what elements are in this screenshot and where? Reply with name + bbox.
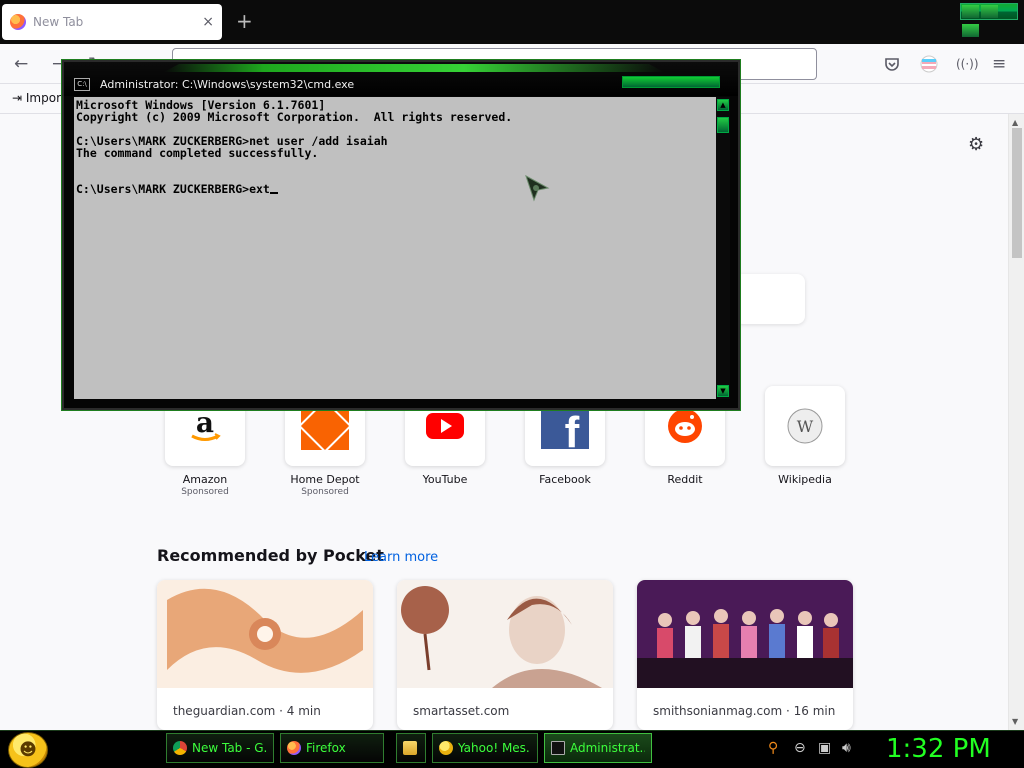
start-button-smiley-icon[interactable]: ☻	[8, 732, 48, 768]
pocket-card-source: theguardian.com · 4 min	[173, 704, 321, 718]
close-window-button[interactable]	[962, 24, 979, 37]
chrome-icon	[173, 741, 187, 755]
import-bookmarks-button[interactable]: ⇥ Impor	[12, 91, 61, 105]
sponsored-label: Sponsored	[181, 487, 229, 497]
pocket-card[interactable]: theguardian.com · 4 min	[157, 580, 373, 730]
sponsored-label: Sponsored	[301, 487, 349, 497]
menu-icon[interactable]: ≡	[992, 54, 1006, 74]
folder-icon	[403, 741, 417, 755]
cmd-scroll-down-icon[interactable]: ▼	[717, 385, 729, 397]
cmd-scrollbar[interactable]: ▲ ▼	[716, 97, 730, 399]
taskbar-button-firefox[interactable]: Firefox	[280, 733, 384, 763]
shortcut-label: Reddit	[667, 473, 703, 486]
window-controls[interactable]	[960, 3, 1018, 37]
cmd-console[interactable]: Microsoft Windows [Version 6.1.7601] Copy…	[74, 97, 716, 399]
amazon-icon: a	[191, 406, 221, 441]
shortcut-wikipedia[interactable]: W	[765, 386, 845, 466]
taskbar-button-label: Firefox	[306, 741, 346, 755]
scrollbar-thumb[interactable]	[1012, 128, 1022, 258]
search-tray-icon[interactable]: ⚲	[768, 740, 778, 756]
taskbar-button-yahoo-messenger[interactable]: Yahoo! Mes...	[432, 733, 538, 763]
cmd-titlebar[interactable]: C:\ Administrator: C:\Windows\system32\c…	[64, 62, 738, 96]
taskbar-button-label: Yahoo! Mes...	[458, 741, 531, 755]
cmd-window-controls[interactable]	[622, 76, 720, 88]
cmd-scroll-thumb[interactable]	[717, 117, 729, 133]
pocket-card-image	[637, 580, 853, 688]
shortcut-label: Home Depot	[290, 473, 360, 486]
firefox-logo-icon	[10, 14, 26, 30]
cmd-scroll-up-icon[interactable]: ▲	[717, 99, 729, 111]
pocket-card-image	[157, 580, 373, 688]
svg-text:f: f	[565, 408, 580, 450]
page-scrollbar[interactable]: ▲ ▼	[1008, 114, 1024, 730]
reddit-icon	[668, 409, 702, 443]
wikipedia-icon: W	[787, 408, 823, 444]
tab-close-button[interactable]: ×	[202, 14, 214, 30]
pocket-learn-more-link[interactable]: Learn more	[364, 550, 438, 565]
back-icon[interactable]: ←	[14, 54, 28, 74]
console-prompt-text: C:\Users\MARK ZUCKERBERG>ext	[76, 182, 270, 196]
console-line: The command completed successfully.	[76, 146, 319, 160]
account-icon[interactable]	[920, 55, 938, 73]
status-tray-icon[interactable]: ⊖	[794, 740, 806, 756]
console-line: Copyright (c) 2009 Microsoft Corporation…	[76, 110, 513, 124]
extensions-icon[interactable]: ((·))	[956, 57, 979, 71]
pocket-card[interactable]: smithsonianmag.com · 16 min	[637, 580, 853, 730]
taskbar-button-cmd[interactable]: Administrat...	[544, 733, 652, 763]
pocket-icon[interactable]	[884, 56, 900, 72]
shortcut-label: YouTube	[422, 473, 468, 486]
console-line-prompt: C:\Users\MARK ZUCKERBERG>ext	[76, 183, 714, 195]
titlebar-glow	[164, 64, 664, 72]
scroll-down-icon[interactable]: ▼	[1012, 717, 1018, 726]
tab-title: New Tab	[33, 15, 84, 29]
svg-text:a: a	[196, 406, 214, 439]
taskbar-button-label: Administrat...	[570, 741, 645, 755]
settings-gear-icon[interactable]: ⚙	[968, 134, 984, 155]
taskbar-button-label: New Tab - G...	[192, 741, 267, 755]
network-tray-icon[interactable]: ▣	[818, 740, 831, 756]
firefox-icon	[287, 741, 301, 755]
pocket-card-source: smartasset.com	[413, 704, 510, 718]
pocket-card-source: smithsonianmag.com · 16 min	[653, 704, 836, 718]
pocket-card[interactable]: smartasset.com	[397, 580, 613, 730]
tab-new-tab[interactable]: New Tab ×	[2, 4, 222, 40]
taskbar-clock[interactable]: 1:32 PM	[886, 734, 991, 764]
scroll-up-icon[interactable]: ▲	[1012, 118, 1018, 127]
cmd-icon	[551, 741, 565, 755]
search-box-card[interactable]	[735, 274, 805, 324]
minimize-button[interactable]	[962, 5, 979, 18]
import-bookmarks-label: Impor	[25, 91, 62, 105]
taskbar-button-explorer[interactable]	[396, 733, 426, 763]
pocket-heading: Recommended by Pocket	[157, 546, 384, 565]
import-icon: ⇥	[12, 91, 23, 105]
new-tab-button[interactable]: +	[236, 10, 253, 32]
browser-tab-strip: New Tab × +	[0, 0, 1024, 44]
svg-text:W: W	[797, 417, 814, 436]
yahoo-messenger-icon	[439, 741, 453, 755]
shortcut-label: Wikipedia	[778, 473, 832, 486]
volume-tray-icon[interactable]: 🔊︎	[842, 740, 851, 756]
cmd-window-title: Administrator: C:\Windows\system32\cmd.e…	[100, 78, 355, 91]
maximize-button[interactable]	[981, 5, 998, 18]
shortcut-label: Amazon	[182, 473, 228, 486]
text-cursor	[269, 192, 278, 194]
youtube-icon	[426, 413, 464, 439]
mouse-pointer-icon	[525, 174, 550, 202]
pocket-card-image	[397, 580, 613, 688]
cmd-window-icon: C:\	[74, 78, 90, 91]
cmd-window[interactable]: C:\ Administrator: C:\Windows\system32\c…	[62, 60, 740, 410]
shortcut-label: Facebook	[539, 473, 591, 486]
taskbar-button-chrome[interactable]: New Tab - G...	[166, 733, 274, 763]
